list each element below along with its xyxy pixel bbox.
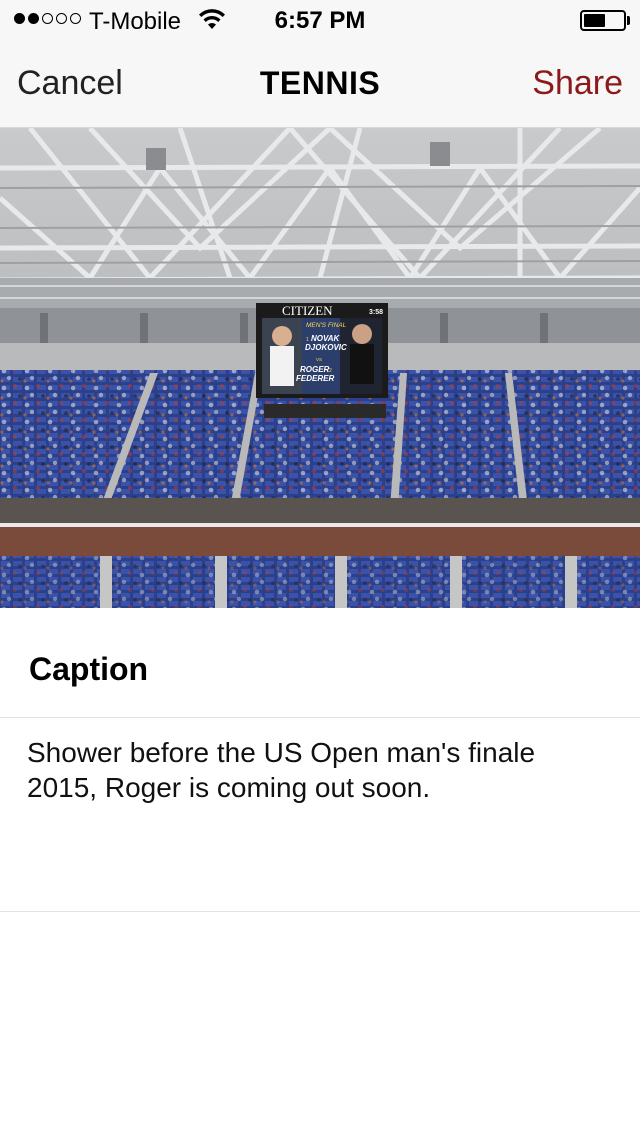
scoreboard-player2-first: ROGER [300,365,330,374]
stadium-photo-graphic: CITIZEN 3:58 MEN'S FINAL 1 NOVAK DJOKOVI… [0,128,640,608]
scoreboard-brand: CITIZEN [282,303,333,318]
battery-icon [580,10,626,31]
status-bar: T-Mobile 6:57 PM [0,0,640,40]
share-button[interactable]: Share [532,64,623,103]
battery-tip [627,16,630,25]
scoreboard-clock: 3:58 [369,309,383,316]
caption-text[interactable]: Shower before the US Open man's finale 2… [27,735,607,805]
scoreboard-player2-last: FEDERER [296,374,334,383]
caption-section-header: Caption [0,608,640,718]
scoreboard-player1-last: DJOKOVIC [305,343,347,352]
scoreboard-versus: VS [316,357,322,362]
battery-fill [584,14,605,27]
status-time: 6:57 PM [274,7,366,34]
navigation-bar: Cancel TENNIS Share [0,40,640,128]
scoreboard-player1-first: NOVAK [311,334,341,343]
stadium-photo: CITIZEN 3:58 MEN'S FINAL 1 NOVAK DJOKOVI… [0,128,640,608]
caption-label: Caption [29,651,149,687]
scoreboard-event: MEN'S FINAL [306,322,347,329]
caption-field[interactable]: Shower before the US Open man's finale 2… [0,718,640,912]
